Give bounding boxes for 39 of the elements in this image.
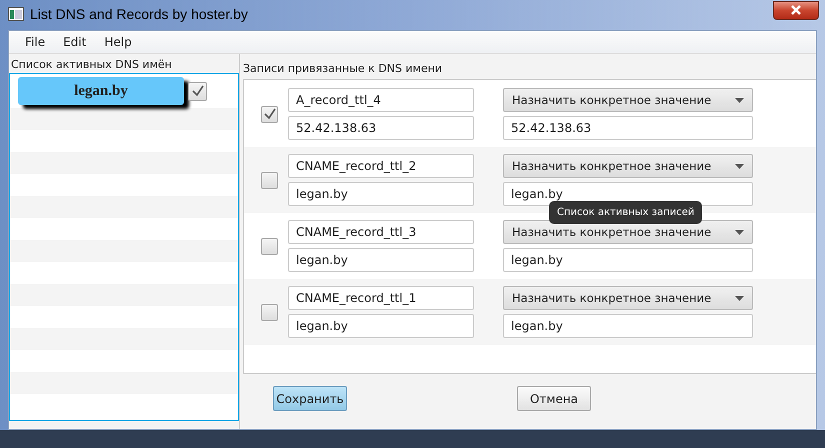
dropdown[interactable]: Назначить конкретное значение: [503, 88, 753, 112]
checkbox[interactable]: [261, 238, 278, 254]
window-title: List DNS and Records by hoster.by: [30, 6, 249, 22]
button[interactable]: Отмена: [517, 386, 591, 411]
input-field[interactable]: 52.42.138.63: [288, 116, 474, 140]
check-icon: [262, 107, 276, 121]
input-field[interactable]: 52.42.138.63: [503, 116, 753, 140]
panel-title: Список активных DNS имён: [10, 57, 173, 73]
checkbox[interactable]: [261, 304, 278, 320]
checkbox[interactable]: [261, 106, 278, 122]
caret-icon: [735, 164, 744, 168]
caret-icon: [735, 296, 744, 300]
check-icon: [190, 84, 204, 98]
checkbox[interactable]: [188, 82, 207, 100]
input-field[interactable]: CNAME_record_ttl_1: [288, 286, 474, 310]
menu-item[interactable]: File: [19, 35, 52, 49]
input-field[interactable]: legan.by: [503, 314, 753, 338]
caret-icon: [735, 98, 744, 102]
app-icon: [8, 7, 24, 21]
input-field[interactable]: legan.by: [288, 182, 474, 206]
dropdown[interactable]: Назначить конкретное значение: [503, 220, 753, 244]
caret-icon: [735, 230, 744, 234]
button[interactable]: Сохранить: [273, 386, 347, 411]
close-button[interactable]: [773, 0, 819, 20]
menu-item[interactable]: Edit: [57, 35, 92, 49]
tooltip: Список активных записей: [549, 201, 702, 224]
dropdown[interactable]: Назначить конкретное значение: [503, 154, 753, 178]
input-field[interactable]: legan.by: [503, 248, 753, 272]
input-field[interactable]: legan.by: [288, 248, 474, 272]
close-icon: [790, 5, 802, 15]
menu-item[interactable]: Help: [98, 35, 138, 49]
input-field[interactable]: CNAME_record_ttl_3: [288, 220, 474, 244]
input-field[interactable]: A_record_ttl_4: [288, 88, 474, 112]
panel-title: Записи привязанные к DNS имени: [243, 61, 444, 77]
checkbox[interactable]: [261, 172, 278, 188]
input-field[interactable]: legan.by: [288, 314, 474, 338]
input-field[interactable]: CNAME_record_ttl_2: [288, 154, 474, 178]
dns-name-label[interactable]: legan.by: [18, 77, 184, 105]
dropdown[interactable]: Назначить конкретное значение: [503, 286, 753, 310]
